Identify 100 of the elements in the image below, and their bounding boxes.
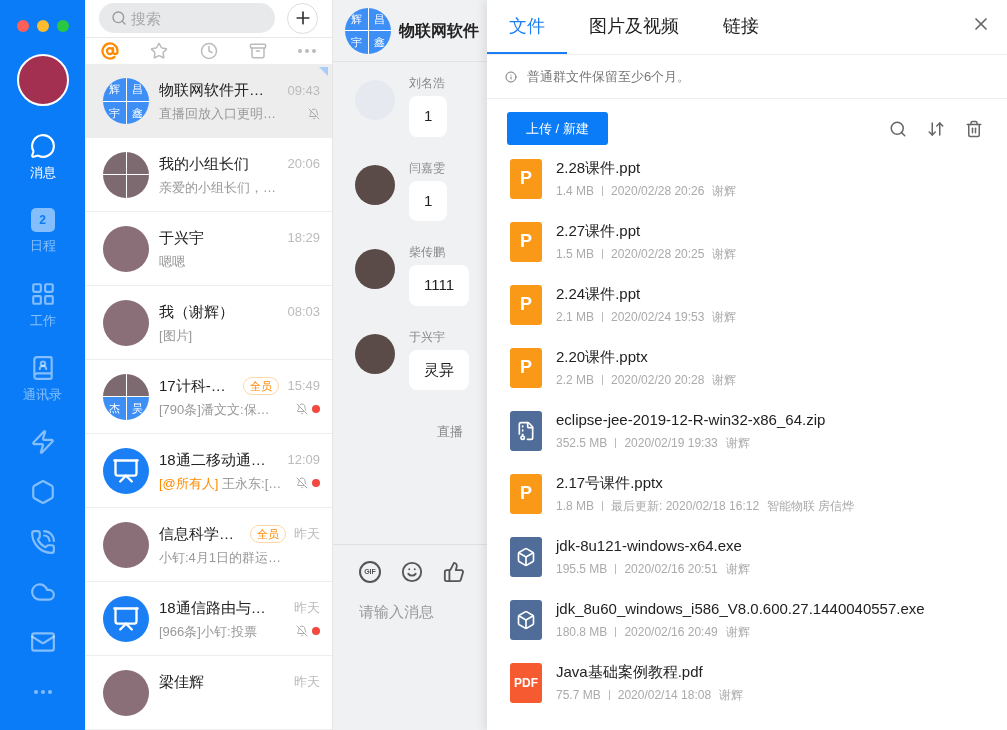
filter-tab[interactable] [101, 41, 119, 60]
sort-icon[interactable] [927, 119, 945, 138]
ppt-file-icon: P [510, 284, 542, 325]
conversation-name: 梁佳辉 [159, 671, 204, 692]
file-name: jdk_8u60_windows_i586_V8.0.600.27.1440040557.exe [556, 598, 925, 619]
file-owner: 谢辉 [725, 435, 750, 453]
retention-notice: 普通群文件保留至少6个月。 [527, 67, 691, 86]
zip-file-icon [510, 410, 542, 451]
upload-button[interactable]: 上传 / 新建 [507, 112, 608, 145]
more-icon [33, 690, 52, 694]
info-icon [505, 70, 517, 83]
file-size: 2.1 MB [556, 309, 594, 327]
file-name: 2.27课件.ppt [556, 220, 642, 241]
grid-icon [29, 281, 56, 308]
panel-tab[interactable]: 链接 [701, 0, 781, 54]
file-size: 180.8 MB [556, 624, 608, 642]
message-preview: 直播回放入口更明… [159, 105, 276, 123]
thumbs-up-icon[interactable] [443, 561, 465, 583]
sender-name: 于兴宇 [409, 328, 446, 346]
conversation-name: 于兴宇 [159, 227, 204, 248]
chat-title: 物联网软件 [399, 20, 479, 41]
file-size: 2.2 MB [556, 372, 594, 390]
file-owner: 谢辉 [712, 183, 737, 201]
search-icon [111, 10, 127, 27]
message-preview: 小钉:4月1日的群运… [159, 548, 282, 567]
avatar-photo [103, 299, 149, 346]
file-name: Java基础案例教程.pdf [556, 661, 704, 682]
profile-avatar[interactable] [16, 54, 69, 106]
file-item[interactable]: P 2.20课件.pptx 2.2 MB 2020/02/20 20:28 谢辉 [510, 336, 1007, 399]
group-avatar: 辉 昌 宇 鑫 [345, 7, 391, 54]
message-preview: [966条]小钉:投票 [159, 622, 257, 641]
conversation-time: 08:03 [287, 303, 320, 322]
file-name: eclipse-jee-2019-12-R-win32-x86_64.zip [556, 409, 826, 430]
file-size: 1.8 MB [556, 498, 594, 516]
archive-icon [248, 41, 267, 60]
filter-tab[interactable] [199, 41, 218, 60]
conversation-time: 昨天 [294, 673, 320, 692]
search-field[interactable]: 搜索 [99, 3, 275, 34]
conversation-time: 15:49 [287, 377, 320, 396]
file-item[interactable]: P 2.27课件.ppt 1.5 MB 2020/02/28 20:25 谢辉 [510, 210, 1007, 273]
conversation-name: 17计科-… [159, 375, 226, 396]
hexagon-icon [29, 479, 56, 505]
mail-icon [29, 629, 56, 655]
package-file-icon [510, 536, 542, 577]
file-item[interactable]: jdk-8u121-windows-x64.exe 195.5 MB 2020/02/16 20:51 谢辉 [510, 525, 1007, 588]
window-zoom-button[interactable] [56, 20, 69, 32]
window-minimize-button[interactable] [36, 20, 49, 32]
file-owner: 谢辉 [712, 372, 737, 390]
ppt-file-icon: P [510, 158, 542, 199]
conversation-name: 18通信路由与… [159, 597, 266, 618]
file-date: 2020/02/16 20:51 [624, 561, 718, 579]
avatar-photo [103, 225, 149, 272]
file-item[interactable]: jdk_8u60_windows_i586_V8.0.600.27.1440040557.exe 180.8 MB 2020/02/16 20:49 谢辉 [510, 588, 1007, 651]
file-name: 2.17号课件.pptx [556, 472, 664, 493]
ppt-file-icon: P [510, 221, 542, 262]
board-avatar [103, 595, 149, 642]
file-name: jdk-8u121-windows-x64.exe [556, 535, 743, 556]
filter-tab[interactable] [150, 41, 169, 60]
pdf-file-icon: PDF [510, 662, 542, 703]
conversation-name: 我的小组长们 [159, 153, 249, 174]
file-item[interactable]: P 2.24课件.ppt 2.1 MB 2020/02/24 19:53 谢辉 [510, 273, 1007, 336]
conversation-name: 18通二移动通… [159, 449, 266, 470]
message-bubble: 1111 [409, 265, 470, 306]
file-date: 2020/02/16 20:49 [624, 624, 718, 642]
file-item[interactable]: eclipse-jee-2019-12-R-win32-x86_64.zip 352.5 MB 2020/02/19 19:33 谢辉 [510, 399, 1007, 462]
sender-name: 刘名浩 [409, 75, 446, 92]
ppt-file-icon: P [510, 473, 542, 514]
chat-icon [29, 133, 56, 160]
message-preview: [图片] [159, 326, 193, 345]
file-date: 2020/02/28 20:26 [611, 183, 705, 201]
message-bubble: 灵异 [409, 349, 469, 390]
message-bubble: 1 [409, 180, 448, 221]
clock-icon [199, 41, 218, 60]
trash-icon[interactable] [965, 119, 983, 138]
file-owner: 智能物联 房信烨 [767, 498, 855, 516]
conversation-time: 20:06 [287, 155, 320, 174]
group-avatar: 杰 昊 [103, 373, 149, 420]
phone-icon [29, 529, 56, 555]
file-owner: 谢辉 [725, 624, 750, 642]
file-date: 2020/02/24 19:53 [611, 309, 705, 327]
file-date: 最后更新: 2020/02/18 16:12 [611, 498, 760, 516]
filter-tab[interactable] [248, 41, 267, 60]
avatar-photo [103, 669, 149, 716]
file-item[interactable]: P 2.28课件.ppt 1.4 MB 2020/02/28 20:26 谢辉 [510, 147, 1007, 210]
file-item[interactable]: PDF Java基础案例教程.pdf 75.7 MB 2020/02/14 18:08 谢辉 [510, 651, 1007, 714]
package-file-icon [510, 599, 542, 640]
file-name: 2.24课件.ppt [556, 283, 642, 304]
panel-tab[interactable]: 图片及视频 [567, 0, 701, 54]
panel-tab[interactable]: 文件 [487, 0, 567, 54]
filter-tab[interactable] [298, 48, 316, 53]
file-item[interactable]: P 2.17号课件.pptx 1.8 MB 最后更新: 2020/02/18 16:12 智能物联 房信烨 [510, 462, 1007, 525]
emoji-icon[interactable] [401, 561, 423, 583]
message-bubble: 1 [409, 96, 448, 137]
nav-item[interactable]: 消息 [29, 128, 56, 188]
message-input[interactable]: 请输入消息 [359, 601, 479, 624]
search-icon[interactable] [889, 119, 907, 138]
file-size: 1.4 MB [556, 183, 594, 201]
file-name: 2.20课件.pptx [556, 346, 649, 367]
sender-name: 闫嘉雯 [409, 159, 446, 177]
window-close-button[interactable] [16, 20, 29, 32]
